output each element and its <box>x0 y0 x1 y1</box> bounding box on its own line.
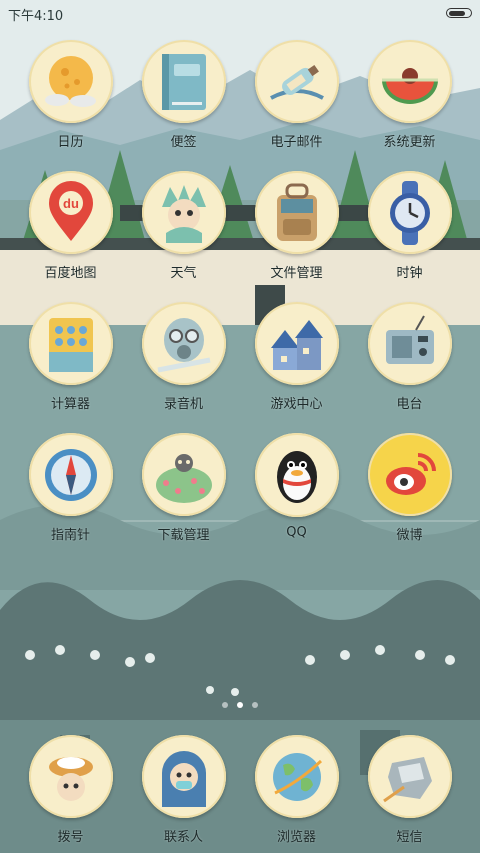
app-baidu-maps[interactable]: du 百度地图 <box>14 171 127 281</box>
app-label: 联系人 <box>163 830 203 845</box>
notebook-icon <box>141 40 226 123</box>
weibo-eye-icon <box>367 433 452 516</box>
app-calculator[interactable]: 计算器 <box>14 302 127 412</box>
houses-icon <box>254 302 339 385</box>
map-pin-icon: du <box>28 171 113 254</box>
app-label: 文件管理 <box>270 266 323 281</box>
status-time: 下午4:10 <box>8 9 64 24</box>
app-label: 短信 <box>396 830 423 845</box>
app-label: 指南针 <box>50 528 90 543</box>
paper-stone-icon <box>367 735 452 818</box>
app-label: 电子邮件 <box>270 135 323 150</box>
gas-mask-icon <box>141 302 226 385</box>
app-qq[interactable]: QQ <box>240 433 353 543</box>
app-label: QQ <box>286 525 307 540</box>
app-calendar[interactable]: 日历 <box>14 40 127 150</box>
app-file-manager[interactable]: 文件管理 <box>240 171 353 281</box>
app-browser[interactable]: 浏览器 <box>240 735 353 845</box>
app-dialer[interactable]: 拨号 <box>14 735 127 845</box>
app-label: 便签 <box>170 135 197 150</box>
nest-character-icon <box>28 735 113 818</box>
app-label: 系统更新 <box>383 135 436 150</box>
radio-icon <box>367 302 452 385</box>
battery-icon <box>446 8 472 18</box>
app-recorder[interactable]: 录音机 <box>127 302 240 412</box>
backpack-icon <box>254 171 339 254</box>
app-weibo[interactable]: 微博 <box>353 433 466 543</box>
dock: 拨号 联系人 浏览器 短信 <box>0 735 480 845</box>
app-label: 拨号 <box>57 830 84 845</box>
app-label: 微博 <box>396 528 423 543</box>
globe-icon <box>254 735 339 818</box>
app-label: 百度地图 <box>44 266 97 281</box>
hooded-character-icon <box>141 735 226 818</box>
app-email[interactable]: 电子邮件 <box>240 40 353 150</box>
app-clock[interactable]: 时钟 <box>353 171 466 281</box>
app-radio[interactable]: 电台 <box>353 302 466 412</box>
page-dot-active[interactable] <box>237 702 243 708</box>
app-messages[interactable]: 短信 <box>353 735 466 845</box>
page-dot[interactable] <box>222 702 228 708</box>
app-label: 下载管理 <box>157 528 210 543</box>
status-bar: 下午4:10 <box>0 0 480 26</box>
app-contacts[interactable]: 联系人 <box>127 735 240 845</box>
svg-text:du: du <box>63 196 79 211</box>
app-label: 计算器 <box>50 397 90 412</box>
app-label: 电台 <box>396 397 423 412</box>
app-game-center[interactable]: 游戏中心 <box>240 302 353 412</box>
message-bottle-icon <box>254 40 339 123</box>
watermelon-icon <box>367 40 452 123</box>
app-label: 时钟 <box>396 266 423 281</box>
app-label: 天气 <box>170 266 197 281</box>
app-compass[interactable]: 指南针 <box>14 433 127 543</box>
wristwatch-icon <box>367 171 452 254</box>
app-weather[interactable]: 天气 <box>127 171 240 281</box>
compass-icon <box>28 433 113 516</box>
page-indicator <box>0 702 480 708</box>
app-label: 游戏中心 <box>270 397 323 412</box>
app-grid: 日历 便签 电子邮件 系统更新 du 百度地图 天气 文件管理 时钟 计算器 录… <box>0 40 480 543</box>
calculator-icon <box>28 302 113 385</box>
app-notes[interactable]: 便签 <box>127 40 240 150</box>
app-download-manager[interactable]: 下载管理 <box>127 433 240 543</box>
app-label: 录音机 <box>163 397 203 412</box>
calendar-moon-icon <box>28 40 113 123</box>
penguin-icon <box>254 433 339 517</box>
page-dot[interactable] <box>252 702 258 708</box>
app-system-update[interactable]: 系统更新 <box>353 40 466 150</box>
battery-level-fill <box>449 10 466 16</box>
app-label: 日历 <box>57 135 84 150</box>
bush-cat-icon <box>141 433 226 516</box>
weather-character-icon <box>141 171 226 254</box>
app-label: 浏览器 <box>276 830 316 845</box>
